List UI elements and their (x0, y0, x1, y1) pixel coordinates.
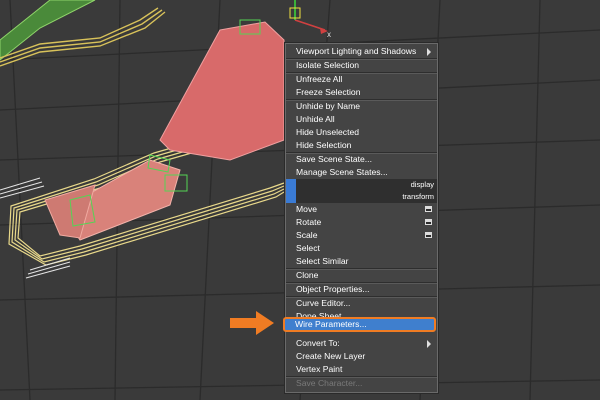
menu-item-isolate-selection[interactable]: Isolate Selection (285, 59, 436, 72)
menu-item-hide-unselected[interactable]: Hide Unselected (285, 126, 436, 139)
menu-item-wire-parameters-label: Wire Parameters... (295, 319, 367, 329)
menu-item-create-new-layer[interactable]: Create New Layer (285, 350, 436, 363)
menu-item-convert-to[interactable]: Convert To: (285, 337, 436, 350)
menu-item-curve-editor[interactable]: Curve Editor... (285, 297, 436, 310)
menu-item-unhide-by-name[interactable]: Unhide by Name (285, 100, 436, 113)
menu-item-save-character: Save Character... (296, 378, 363, 388)
menu-item-object-properties[interactable]: Object Properties... (285, 283, 436, 296)
menu-item-hide-selection[interactable]: Hide Selection (285, 139, 436, 152)
quad-color-swatch (286, 179, 296, 191)
submenu-arrow-icon (427, 340, 431, 348)
menu-item-save-scene-state[interactable]: Save Scene State... (285, 153, 436, 166)
menu-item-manage-scene-states[interactable]: Manage Scene States... (285, 166, 436, 179)
axis-x-label: x (327, 30, 331, 39)
axis-gizmo: x (289, 0, 331, 39)
quad-color-swatch (286, 191, 296, 203)
menu-item-select-similar[interactable]: Select Similar (285, 255, 436, 268)
menu-item-freeze-selection[interactable]: Freeze Selection (285, 86, 436, 99)
red-mesh (44, 21, 285, 241)
settings-box-icon[interactable] (425, 206, 432, 212)
orange-arrow-icon (230, 311, 274, 335)
menu-item-move[interactable]: Move (285, 203, 436, 216)
menu-item-unhide-all[interactable]: Unhide All (285, 113, 436, 126)
menu-item-wire-parameters[interactable]: Wire Parameters... (283, 317, 436, 332)
menu-item-clone[interactable]: Clone (285, 269, 436, 282)
quad-header-display[interactable]: display (286, 179, 437, 191)
menu-item-viewport-lighting[interactable]: Viewport Lighting and Shadows (285, 45, 436, 58)
submenu-arrow-icon (427, 48, 431, 56)
menu-item-scale[interactable]: Scale (285, 229, 436, 242)
quad-header-transform[interactable]: transform (286, 191, 437, 203)
menu-item-unfreeze-all[interactable]: Unfreeze All (285, 73, 436, 86)
menu-item-select[interactable]: Select (285, 242, 436, 255)
settings-box-icon[interactable] (425, 232, 432, 238)
menu-item-vertex-paint[interactable]: Vertex Paint (285, 363, 436, 376)
menu-item-rotate[interactable]: Rotate (285, 216, 436, 229)
quad-menu: Viewport Lighting and Shadows Isolate Se… (284, 42, 439, 394)
settings-box-icon[interactable] (425, 219, 432, 225)
